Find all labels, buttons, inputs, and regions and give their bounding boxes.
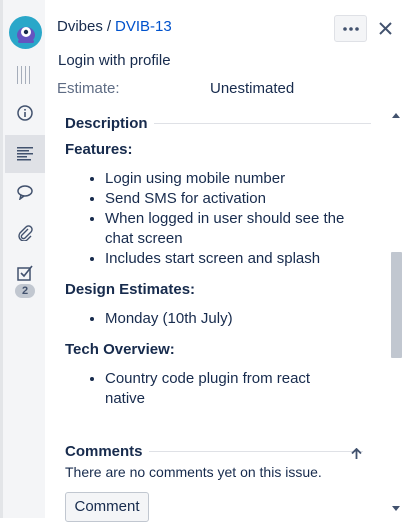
tech-overview-heading: Tech Overview:: [65, 341, 175, 358]
scroll-to-top-button[interactable]: [351, 447, 362, 463]
more-actions-button[interactable]: [334, 15, 367, 42]
design-estimates-list: Monday (10th July): [85, 309, 345, 329]
checkbox-icon: [17, 265, 33, 281]
rail-item-attachments[interactable]: [5, 214, 45, 252]
list-item: Includes start screen and splash: [105, 249, 345, 269]
scroll-up-arrow[interactable]: [392, 113, 400, 118]
close-button[interactable]: [378, 21, 393, 36]
list-item: Country code plugin from react native: [105, 369, 345, 409]
comments-section-header: Comments: [65, 443, 363, 460]
features-heading: Features:: [65, 141, 133, 158]
drag-handle-icon[interactable]: [17, 66, 31, 87]
list-item: Monday (10th July): [105, 309, 345, 329]
section-divider: [148, 451, 363, 452]
estimate-value[interactable]: Unestimated: [210, 80, 294, 97]
estimate-label: Estimate:: [57, 80, 120, 97]
list-item: When logged in user should see the chat …: [105, 209, 345, 249]
list-item: Login using mobile number: [105, 169, 345, 189]
features-list: Login using mobile number Send SMS for a…: [85, 169, 345, 269]
arrow-up-icon: [351, 447, 362, 459]
paperclip-icon: [18, 225, 33, 241]
close-icon: [379, 22, 392, 35]
rail-item-details[interactable]: [5, 94, 45, 132]
comment-icon: [17, 185, 33, 200]
rail-edge: [0, 0, 3, 518]
breadcrumb: Dvibes / DVIB-13: [57, 18, 172, 35]
description-section-header: Description: [65, 115, 371, 132]
subtasks-count-badge: 2: [15, 284, 35, 298]
scrollbar-thumb[interactable]: [391, 252, 402, 358]
description-icon: [17, 147, 33, 161]
info-icon: [17, 105, 33, 121]
design-estimates-heading: Design Estimates:: [65, 281, 196, 298]
more-dots-icon: [342, 26, 359, 31]
project-avatar-icon[interactable]: [9, 16, 42, 49]
issue-sidebar-rail: 2: [0, 0, 45, 518]
issue-key-link[interactable]: DVIB-13: [115, 18, 172, 35]
rail-item-comments[interactable]: [5, 173, 45, 211]
description-title: Description: [65, 115, 148, 132]
tech-overview-list: Country code plugin from react native: [85, 369, 345, 409]
rail-item-description[interactable]: [5, 135, 45, 173]
breadcrumb-separator: /: [106, 18, 112, 35]
scroll-down-arrow[interactable]: [392, 506, 400, 511]
issue-summary[interactable]: Login with profile: [58, 52, 171, 69]
no-comments-message: There are no comments yet on this issue.: [65, 464, 322, 480]
comments-title: Comments: [65, 443, 143, 460]
breadcrumb-project[interactable]: Dvibes: [57, 18, 103, 35]
list-item: Send SMS for activation: [105, 189, 345, 209]
section-divider: [153, 123, 371, 124]
